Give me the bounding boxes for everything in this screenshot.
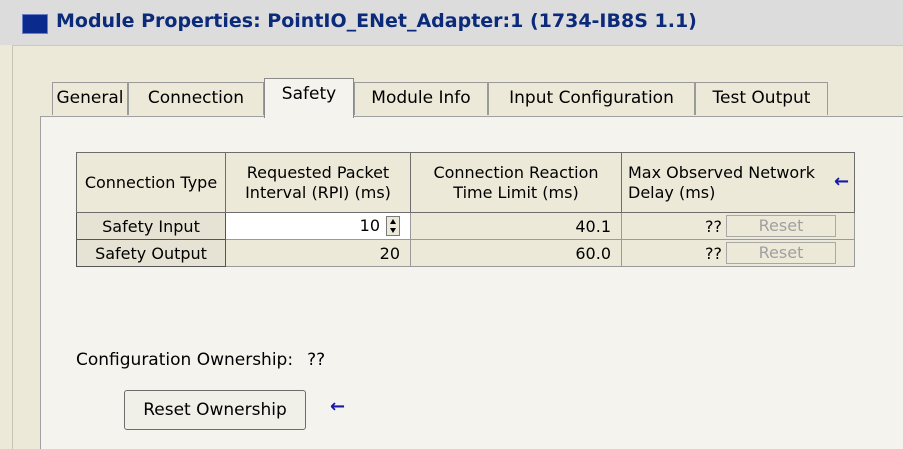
network-delay-value: ?? — [705, 243, 722, 263]
tab-connection[interactable]: Connection — [128, 82, 264, 115]
table-row: Safety Input 10 40.1 ?? Reset — [76, 212, 855, 240]
table-row: Safety Output 20 60.0 ?? Reset — [76, 239, 855, 267]
reset-delay-button-output[interactable]: Reset — [726, 242, 836, 264]
window-left-frame — [0, 45, 13, 449]
row-label-safety-input: Safety Input — [76, 212, 226, 240]
configuration-ownership-value: ?? — [307, 350, 326, 370]
row-label-safety-output: Safety Output — [76, 239, 226, 267]
title-bar[interactable]: Module Properties: PointIO_ENet_Adapter:… — [0, 0, 903, 46]
configuration-ownership-label: Configuration Ownership: — [76, 350, 294, 370]
network-delay-value: ?? — [705, 216, 722, 236]
tab-safety[interactable]: Safety — [264, 78, 354, 118]
window-icon — [22, 14, 48, 34]
rpi-input-value[interactable]: 10 — [232, 216, 380, 235]
window-title: Module Properties: PointIO_ENet_Adapter:… — [56, 10, 697, 32]
rpi-output-value: 20 — [225, 239, 411, 267]
tab-module-info[interactable]: Module Info — [354, 82, 488, 115]
reaction-time-value: 40.1 — [410, 212, 622, 240]
delay-cell: ?? Reset — [621, 212, 855, 240]
reaction-time-value: 60.0 — [410, 239, 622, 267]
rpi-spinner[interactable] — [386, 216, 400, 237]
tab-general[interactable]: General — [52, 82, 128, 115]
header-max-network-delay: Max Observed Network Delay (ms) — [621, 152, 855, 213]
reset-delay-button-input[interactable]: Reset — [726, 215, 836, 237]
reset-ownership-button[interactable]: Reset Ownership — [124, 390, 306, 430]
tab-test-output[interactable]: Test Output — [695, 82, 828, 115]
safety-connection-table: Connection Type Requested Packet Interva… — [76, 152, 855, 267]
rpi-input-cell[interactable]: 10 — [225, 212, 411, 240]
delay-cell: ?? Reset — [621, 239, 855, 267]
header-rpi: Requested Packet Interval (RPI) (ms) — [225, 152, 411, 213]
left-arrow-icon: ← — [834, 171, 850, 192]
left-arrow-icon: ← — [330, 396, 346, 417]
configuration-ownership-row: Configuration Ownership:?? — [76, 350, 325, 370]
header-reaction-time: Connection Reaction Time Limit (ms) — [410, 152, 622, 213]
tab-input-configuration[interactable]: Input Configuration — [488, 82, 695, 115]
module-properties-window: Module Properties: PointIO_ENet_Adapter:… — [0, 0, 903, 449]
header-connection-type: Connection Type — [76, 152, 226, 213]
table-header-row: Connection Type Requested Packet Interva… — [76, 152, 855, 213]
